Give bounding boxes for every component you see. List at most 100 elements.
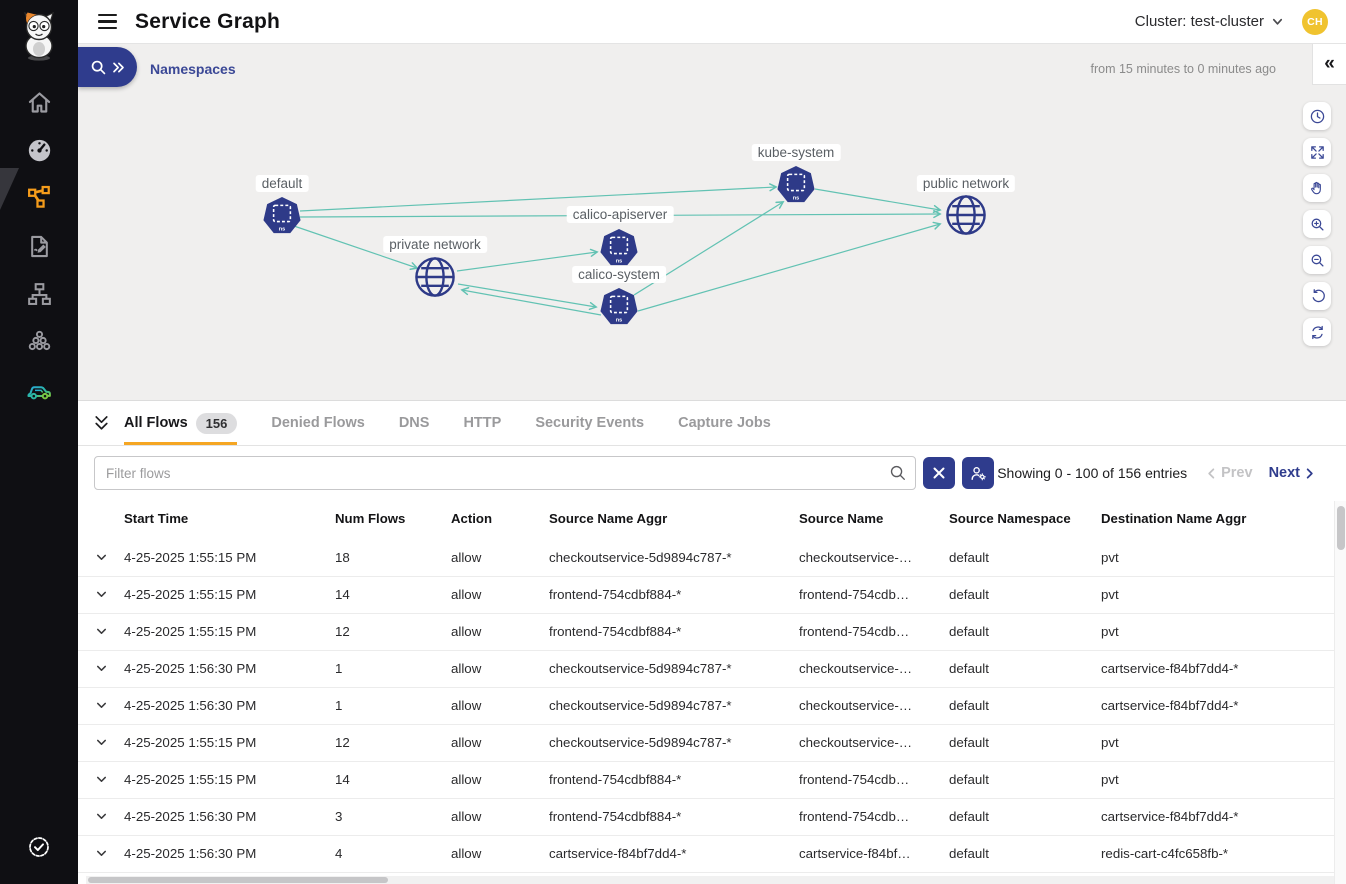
sidebar-item-car[interactable] — [0, 365, 78, 413]
graph-node-kube-system[interactable]: ns — [777, 166, 815, 204]
table-row[interactable]: 4-25-2025 1:55:15 PM12allowfrontend-754c… — [78, 614, 1346, 651]
graph-refresh-button[interactable] — [1303, 318, 1331, 346]
graph-zoom-out-button[interactable] — [1303, 246, 1331, 274]
sidebar-item-service-graph[interactable] — [0, 174, 78, 222]
policy-document-icon — [26, 233, 53, 260]
chevron-down-icon — [1271, 15, 1284, 28]
graph-node-calico-apiserver[interactable]: ns — [600, 229, 638, 267]
filter-flows-input[interactable] — [94, 456, 916, 490]
gauge-icon — [26, 137, 53, 164]
chevron-left-icon — [1205, 467, 1218, 480]
sidebar-item-certificate[interactable] — [0, 823, 78, 871]
svg-text:ns: ns — [279, 226, 286, 232]
table-row[interactable]: 4-25-2025 1:55:15 PM18allowcheckoutservi… — [78, 540, 1346, 577]
node-label: default — [256, 175, 309, 192]
column-header-action[interactable]: Action — [451, 511, 549, 527]
close-icon — [932, 466, 946, 480]
column-header-destination-name-aggr[interactable]: Destination Name Aggr — [1101, 511, 1346, 527]
service-graph-canvas: Namespaces from 15 minutes to 0 minutes … — [78, 44, 1346, 400]
graph-search-button[interactable] — [78, 47, 137, 87]
column-header-source-namespace[interactable]: Source Namespace — [949, 511, 1101, 527]
column-customize-button[interactable] — [962, 457, 994, 489]
tab-denied-flows[interactable]: Denied Flows — [271, 401, 364, 445]
graph-node-default[interactable]: ns — [263, 197, 301, 235]
sidebar-item-dashboard[interactable] — [0, 126, 78, 174]
cluster-selector-label: Cluster: test-cluster — [1135, 13, 1264, 30]
node-label: public network — [917, 175, 1015, 192]
clock-icon — [1309, 108, 1326, 125]
row-expander-chevron[interactable] — [94, 550, 124, 565]
sidebar-item-network-tree[interactable] — [0, 270, 78, 318]
breadcrumb-namespaces[interactable]: Namespaces — [150, 61, 236, 77]
clear-filter-button[interactable] — [923, 457, 955, 489]
graph-pan-button[interactable] — [1303, 174, 1331, 202]
row-expander-chevron[interactable] — [94, 587, 124, 602]
network-globe-icon — [944, 193, 988, 237]
chevron-right-icon — [1303, 467, 1316, 480]
horizontal-scrollbar-track — [86, 876, 1334, 884]
table-row[interactable]: 4-25-2025 1:56:30 PM1allowcheckoutservic… — [78, 688, 1346, 725]
tab-capture-jobs[interactable]: Capture Jobs — [678, 401, 771, 445]
node-label: kube-system — [752, 144, 841, 161]
tab-security-events[interactable]: Security Events — [535, 401, 644, 445]
undo-icon — [1309, 288, 1326, 305]
flows-tab-bar: All Flows 156 Denied Flows DNS HTTP Secu… — [78, 401, 1346, 446]
cluster-selector[interactable]: Cluster: test-cluster — [1135, 13, 1284, 30]
time-range-label: from 15 minutes to 0 minutes ago — [1090, 62, 1276, 76]
hand-pan-icon — [1309, 180, 1326, 197]
namespace-icon: ns — [600, 288, 638, 326]
column-header-start-time[interactable]: Start Time — [124, 511, 335, 527]
menu-hamburger-icon[interactable] — [94, 9, 120, 35]
horizontal-scrollbar-thumb[interactable] — [88, 877, 388, 883]
row-expander-chevron[interactable] — [94, 772, 124, 787]
table-row[interactable]: 4-25-2025 1:56:30 PM3allowfrontend-754cd… — [78, 799, 1346, 836]
vertical-scrollbar-thumb[interactable] — [1337, 506, 1345, 550]
graph-zoom-in-button[interactable] — [1303, 210, 1331, 238]
table-row[interactable]: 4-25-2025 1:56:30 PM4allowcartservice-f8… — [78, 836, 1346, 873]
sidebar — [0, 0, 78, 884]
table-row[interactable]: 4-25-2025 1:55:15 PM14allowfrontend-754c… — [78, 762, 1346, 799]
service-graph-icon — [26, 185, 53, 212]
graph-node-public-network[interactable] — [944, 193, 988, 237]
graph-time-button[interactable] — [1303, 102, 1331, 130]
row-expander-chevron[interactable] — [94, 809, 124, 824]
row-expander-chevron[interactable] — [94, 735, 124, 750]
showing-entries-label: Showing 0 - 100 of 156 entries — [997, 465, 1187, 481]
prev-page-button[interactable]: Prev — [1205, 465, 1252, 481]
flows-controls-row: Showing 0 - 100 of 156 entries Prev Next — [94, 456, 1330, 490]
components-cluster-icon — [26, 329, 53, 356]
sidebar-item-policies[interactable] — [0, 222, 78, 270]
sidebar-item-home[interactable] — [0, 78, 78, 126]
sidebar-item-components[interactable] — [0, 318, 78, 366]
row-expander-chevron[interactable] — [94, 698, 124, 713]
tab-dns[interactable]: DNS — [399, 401, 430, 445]
table-row[interactable]: 4-25-2025 1:55:15 PM14allowfrontend-754c… — [78, 577, 1346, 614]
graph-undo-button[interactable] — [1303, 282, 1331, 310]
column-header-source-name-aggr[interactable]: Source Name Aggr — [549, 511, 799, 527]
column-header-source-name[interactable]: Source Name — [799, 511, 949, 527]
tab-http[interactable]: HTTP — [463, 401, 501, 445]
refresh-icon — [1309, 324, 1326, 341]
car-icon — [26, 376, 53, 403]
graph-node-calico-system[interactable]: ns — [600, 288, 638, 326]
flows-table-body: 4-25-2025 1:55:15 PM18allowcheckoutservi… — [78, 540, 1346, 874]
column-header-num-flows[interactable]: Num Flows — [335, 511, 451, 527]
zoom-in-icon — [1309, 216, 1326, 233]
graph-fit-view-button[interactable] — [1303, 138, 1331, 166]
row-expander-chevron[interactable] — [94, 846, 124, 861]
graph-node-private-network[interactable] — [413, 255, 457, 299]
table-row[interactable]: 4-25-2025 1:56:30 PM1allowcheckoutservic… — [78, 651, 1346, 688]
tab-all-flows[interactable]: All Flows 156 — [124, 401, 237, 445]
collapse-right-panel-button[interactable]: « — [1312, 44, 1346, 85]
row-expander-chevron[interactable] — [94, 624, 124, 639]
all-flows-count-badge: 156 — [196, 413, 238, 434]
row-expander-chevron[interactable] — [94, 661, 124, 676]
search-icon — [889, 464, 907, 482]
table-row[interactable]: 4-25-2025 1:55:15 PM12allowcheckoutservi… — [78, 725, 1346, 762]
panel-collapse-button[interactable] — [78, 401, 124, 445]
next-page-button[interactable]: Next — [1269, 465, 1316, 481]
zoom-out-icon — [1309, 252, 1326, 269]
network-tree-icon — [26, 281, 53, 308]
flows-table-header: Start Time Num Flows Action Source Name … — [78, 498, 1346, 540]
avatar[interactable]: CH — [1302, 9, 1328, 35]
